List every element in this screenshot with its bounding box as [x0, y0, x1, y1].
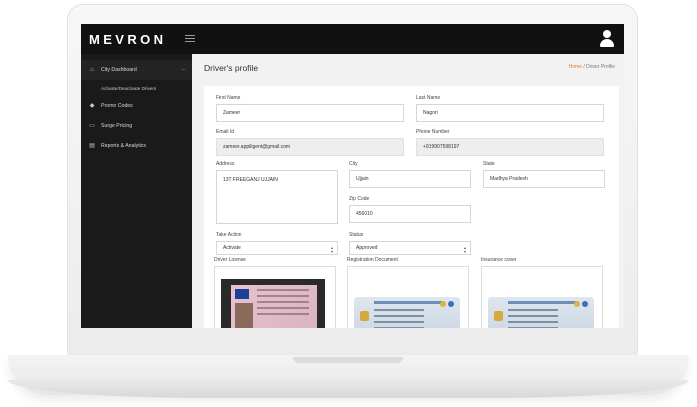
- registration-card-picture: [354, 297, 460, 328]
- breadcrumb-separator: /: [583, 64, 585, 70]
- chevron-down-icon: –: [181, 67, 185, 73]
- city-field[interactable]: Ujjain: [349, 170, 471, 188]
- status-select[interactable]: Approved ▴ ▾: [349, 241, 471, 255]
- email-label: Email Id: [216, 129, 235, 135]
- last-name-field[interactable]: Nagori: [416, 104, 604, 122]
- laptop-mockup: MEVRON ⌂ City Dashboard – Activate/Deact…: [0, 0, 697, 407]
- card-icon: ▭: [89, 122, 95, 129]
- insurance-card-picture: [488, 297, 594, 328]
- sidebar-subitem-activate-drivers[interactable]: Activate/Deactivate Drivers: [81, 80, 192, 96]
- sidebar-item-surge-pricing[interactable]: ▭ Surge Pricing: [81, 116, 192, 136]
- license-card-picture: [221, 279, 325, 328]
- home-icon: ⌂: [90, 66, 94, 73]
- hamburger-menu-icon[interactable]: [185, 35, 195, 43]
- main-content: Driver's profile Home / Driver Profile F…: [192, 54, 624, 328]
- state-label: State: [483, 161, 495, 167]
- zip-field[interactable]: 456010: [349, 205, 471, 223]
- insurance-cover-image[interactable]: [481, 266, 603, 328]
- screen: MEVRON ⌂ City Dashboard – Activate/Deact…: [81, 24, 624, 328]
- profile-form: First Name Zameer Last Name Nagori Email…: [204, 86, 619, 328]
- top-bar: MEVRON: [81, 24, 624, 54]
- sidebar-item-promo-codes[interactable]: ◆ Promo Codes: [81, 96, 192, 116]
- email-field[interactable]: zameer.appiligent@gmail.com: [216, 138, 404, 156]
- status-value: Approved: [356, 245, 378, 251]
- registration-document-image[interactable]: [347, 266, 469, 328]
- breadcrumb-home-link[interactable]: Home: [569, 64, 582, 70]
- driver-license-image[interactable]: [214, 266, 336, 328]
- take-action-value: Activate: [223, 245, 241, 251]
- zip-label: Zip Code: [349, 196, 370, 202]
- first-name-field[interactable]: Zameer: [216, 104, 404, 122]
- breadcrumb: Home / Driver Profile: [569, 64, 615, 70]
- document-icon: ▤: [89, 142, 95, 149]
- sidebar: ⌂ City Dashboard – Activate/Deactivate D…: [81, 54, 192, 328]
- status-label: Status: [349, 232, 364, 238]
- user-icon[interactable]: [600, 30, 614, 48]
- sidebar-item-label: Promo Codes: [101, 103, 133, 109]
- sidebar-item-reports[interactable]: ▤ Reports & Analytics: [81, 136, 192, 156]
- laptop-notch: [293, 357, 403, 363]
- last-name-label: Last Name: [416, 95, 441, 101]
- sidebar-item-label: Surge Pricing: [101, 123, 133, 129]
- sidebar-item-city-dashboard[interactable]: ⌂ City Dashboard –: [81, 60, 192, 80]
- phone-label: Phone Number: [416, 129, 450, 135]
- sidebar-item-label: City Dashboard: [101, 67, 137, 73]
- insurance-cover-label: Insurance cover: [481, 257, 517, 263]
- laptop-base-lip: [8, 380, 689, 398]
- state-field[interactable]: Madhya Pradesh: [483, 170, 605, 188]
- phone-field[interactable]: +919907598197: [416, 138, 604, 156]
- city-label: City: [349, 161, 358, 167]
- brand-logo: MEVRON: [89, 32, 167, 47]
- take-action-select[interactable]: Activate ▴ ▾: [216, 241, 338, 255]
- select-arrows-icon: ▴ ▾: [330, 245, 333, 254]
- address-label: Address: [216, 161, 235, 167]
- sidebar-item-label: Reports & Analytics: [101, 143, 146, 149]
- select-arrows-icon: ▴ ▾: [463, 245, 466, 254]
- first-name-label: First Name: [216, 95, 241, 101]
- address-field[interactable]: 13T FREEGANJ UJJAIN: [216, 170, 338, 224]
- registration-document-label: Registration Document: [347, 257, 398, 263]
- tag-icon: ◆: [89, 102, 95, 109]
- take-action-label: Take Action: [216, 232, 242, 238]
- breadcrumb-current: Driver Profile: [586, 64, 615, 70]
- driver-license-label: Driver License: [214, 257, 246, 263]
- page-title: Driver's profile: [204, 63, 259, 73]
